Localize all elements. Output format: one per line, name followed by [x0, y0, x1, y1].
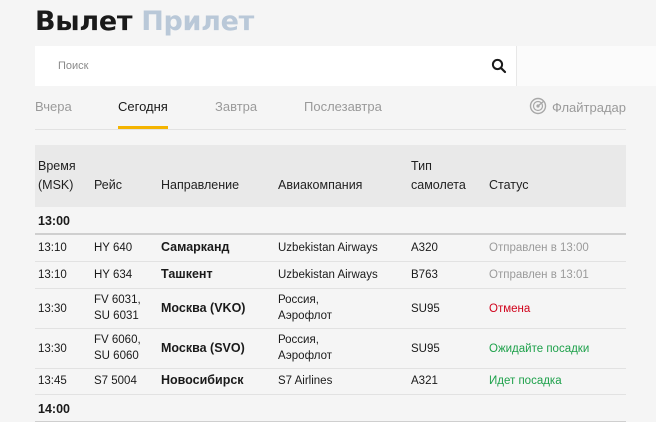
cell-time: 13:10 [38, 269, 67, 281]
cell-flight: FV 6031, SU 6031 [94, 294, 141, 322]
active-tab-indicator [118, 126, 168, 129]
column-aircraft: Тип самолета [411, 159, 466, 192]
cell-flight: HY 640 [94, 242, 133, 254]
cell-status: Идет посадка [489, 375, 562, 387]
search-icon[interactable] [491, 58, 507, 74]
cell-flight: HY 634 [94, 269, 133, 281]
search-input[interactable] [58, 57, 458, 75]
cell-flight: S7 5004 [94, 375, 137, 387]
cell-aircraft: SU95 [411, 303, 440, 315]
cell-aircraft: SU95 [411, 343, 440, 355]
cell-airline: Россия, Аэрофлот [278, 334, 333, 362]
table-row[interactable]: 13:30 FV 6060, SU 6060 Москва (SVO) Росс… [35, 329, 626, 369]
cell-aircraft: A320 [411, 242, 438, 254]
tab-tomorrow[interactable]: Завтра [215, 99, 257, 114]
tab-arrivals[interactable]: Прилет [141, 6, 254, 37]
tab-departures[interactable]: Вылет [35, 6, 133, 37]
cell-airline: Россия, Аэрофлот [278, 294, 333, 322]
tab-day-after-tomorrow[interactable]: Послезавтра [304, 99, 382, 114]
flights-table: Время (MSK) Рейс Направление Авиакомпани… [35, 145, 626, 422]
cell-time: 13:45 [38, 375, 67, 387]
cell-aircraft: A321 [411, 375, 438, 387]
table-row[interactable]: 13:10 HY 634 Ташкент Uzbekistan Airways … [35, 262, 626, 289]
flightradar-label: Флайтрадар [552, 100, 626, 115]
table-row[interactable]: 13:30 FV 6031, SU 6031 Москва (VKO) Росс… [35, 289, 626, 329]
time-group-label: 13:00 [38, 214, 70, 228]
day-tabs: Вчера Сегодня Завтра Послезавтра Флайтра… [35, 96, 626, 130]
table-header: Время (MSK) Рейс Направление Авиакомпани… [35, 145, 626, 207]
column-airline: Авиакомпания [278, 178, 363, 192]
column-time: Время (MSK) [38, 159, 76, 192]
time-group-header: 13:00 [35, 207, 626, 235]
cell-airline: Uzbekistan Airways [278, 242, 378, 254]
cell-status: Ожидайте посадки [489, 343, 590, 355]
cell-destination: Москва (VKO) [161, 301, 246, 315]
cell-time: 13:10 [38, 242, 67, 254]
table-row[interactable]: 13:45 S7 5004 Новосибирск S7 Airlines A3… [35, 369, 626, 395]
column-destination: Направление [161, 178, 240, 192]
cell-destination: Москва (SVO) [161, 341, 245, 355]
table-row[interactable]: 13:10 HY 640 Самарканд Uzbekistan Airway… [35, 235, 626, 262]
column-status: Статус [489, 178, 529, 192]
cell-airline: S7 Airlines [278, 375, 333, 387]
cell-destination: Ташкент [161, 267, 213, 281]
time-group-label: 14:00 [38, 402, 70, 416]
tab-today[interactable]: Сегодня [118, 99, 168, 114]
cell-time: 13:30 [38, 303, 67, 315]
time-group-header: 14:00 [35, 395, 626, 422]
cell-status: Отправлен в 13:00 [489, 242, 589, 254]
tab-yesterday[interactable]: Вчера [35, 99, 72, 114]
cell-status: Отмена [489, 303, 531, 315]
flightradar-icon [529, 97, 552, 118]
page-title: Вылет Прилет [35, 6, 254, 42]
cell-flight: FV 6060, SU 6060 [94, 334, 141, 362]
search-side-panel [516, 46, 656, 86]
cell-aircraft: B763 [411, 269, 438, 281]
cell-airline: Uzbekistan Airways [278, 269, 378, 281]
cell-destination: Новосибирск [161, 373, 244, 387]
cell-status: Отправлен в 13:01 [489, 269, 589, 281]
cell-time: 13:30 [38, 343, 67, 355]
cell-destination: Самарканд [161, 240, 230, 254]
flightradar-link[interactable]: Флайтрадар [529, 97, 626, 118]
column-flight: Рейс [94, 178, 122, 192]
search-bar [35, 46, 516, 86]
